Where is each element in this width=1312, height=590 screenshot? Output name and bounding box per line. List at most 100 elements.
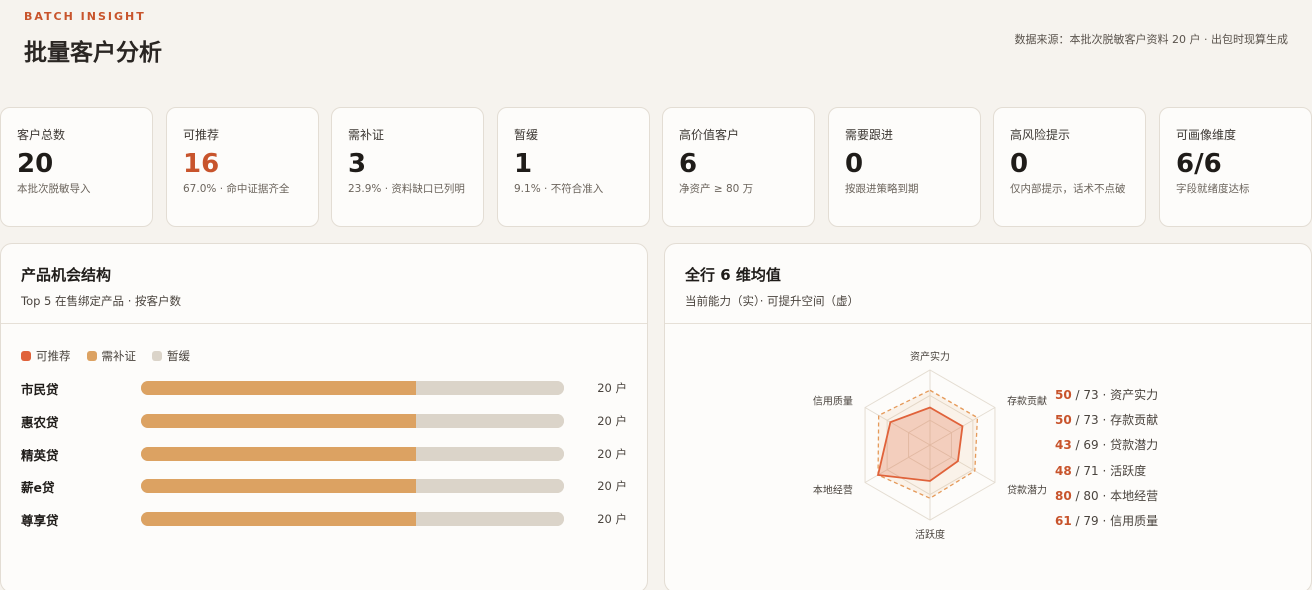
bar-segment-pause xyxy=(415,447,564,461)
stat-label: 需补证 xyxy=(348,128,385,142)
product-row[interactable]: 惠农贷 20 户 xyxy=(21,410,627,430)
stat-value: 1 xyxy=(514,149,533,179)
stat-note: 按跟进策略到期 xyxy=(845,183,919,195)
product-panel: 产品机会结构 Top 5 在售绑定产品 · 按客户数 可推荐 需补证 暂缓 市民… xyxy=(0,243,648,590)
bar-segment-pause xyxy=(415,479,564,493)
radar-value-item: 50 / 73 · 资产实力 xyxy=(1055,386,1158,411)
stat-value: 6/6 xyxy=(1176,149,1222,179)
radar-value-item: 61 / 79 · 信用质量 xyxy=(1055,512,1158,537)
legend-label: 可推荐 xyxy=(36,349,71,363)
stat-value: 20 xyxy=(17,149,54,179)
radar-current-value: 61 xyxy=(1055,513,1072,528)
stats-row: 客户总数 20 本批次脱敏导入 可推荐 16 67.0% · 命中证据齐全 需补… xyxy=(0,107,1312,227)
bar-segment-supplement xyxy=(141,414,416,428)
radar-dim-label: · 信用质量 xyxy=(1098,513,1159,528)
radar-current-value: 80 xyxy=(1055,488,1072,503)
stat-value: 16 xyxy=(183,149,220,179)
radar-chart: 资产实力 存款贡献 贷款潜力 活跃度 本地经营 信用质量 xyxy=(813,350,1047,541)
stat-note: 67.0% · 命中证据齐全 xyxy=(183,183,290,195)
radar-value-item: 50 / 73 · 存款贡献 xyxy=(1055,411,1158,436)
stat-note: 仅内部提示，话术不点破 xyxy=(1010,183,1126,195)
stat-value: 6 xyxy=(679,149,698,179)
radar-dim-label: · 贷款潜力 xyxy=(1098,438,1159,453)
bar-segment-supplement xyxy=(141,447,416,461)
radar-current-value: 48 xyxy=(1055,463,1072,478)
stat-label: 可画像维度 xyxy=(1176,128,1237,142)
radar-value-item: 43 / 69 · 贷款潜力 xyxy=(1055,436,1158,461)
stat-value: 0 xyxy=(845,149,864,179)
radar-current-value: 50 xyxy=(1055,413,1072,428)
legend-label: 暂缓 xyxy=(167,349,190,363)
legend-swatch xyxy=(21,351,31,361)
stat-card-total[interactable]: 客户总数 20 本批次脱敏导入 xyxy=(0,107,153,227)
page-title: 批量客户分析 xyxy=(24,40,162,66)
stat-label: 高价值客户 xyxy=(679,128,740,142)
stat-note: 9.1% · 不符合准入 xyxy=(514,183,604,195)
product-bar xyxy=(141,512,564,526)
product-bar xyxy=(141,447,564,461)
stat-card-dimensions[interactable]: 可画像维度 6/6 字段就绪度达标 xyxy=(1159,107,1312,227)
stat-value: 3 xyxy=(348,149,367,179)
product-name: 市民贷 xyxy=(21,382,59,397)
product-legend: 可推荐 需补证 暂缓 xyxy=(21,348,190,364)
product-bar xyxy=(141,479,564,493)
stat-label: 客户总数 xyxy=(17,128,66,142)
stat-note: 字段就绪度达标 xyxy=(1176,183,1250,195)
bar-segment-supplement xyxy=(141,512,416,526)
radar-axis-label: 存款贡献 xyxy=(1007,395,1047,408)
stat-note: 净资产 ≥ 80 万 xyxy=(679,183,754,195)
radar-panel-header: 全行 6 维均值 当前能力（实）· 可提升空间（虚） xyxy=(665,244,1311,324)
product-panel-subtitle: Top 5 在售绑定产品 · 按客户数 xyxy=(21,294,181,308)
stat-card-follow-up[interactable]: 需要跟进 0 按跟进策略到期 xyxy=(828,107,981,227)
product-panel-header: 产品机会结构 Top 5 在售绑定产品 · 按客户数 xyxy=(1,244,647,324)
radar-max-value: / 73 xyxy=(1075,413,1099,428)
legend-swatch xyxy=(86,351,97,361)
stat-note: 23.9% · 资料缺口已列明 xyxy=(348,183,465,195)
product-row[interactable]: 市民贷 20 户 xyxy=(21,377,627,397)
product-panel-title: 产品机会结构 xyxy=(21,266,112,284)
page-header: BATCH INSIGHT 批量客户分析 xyxy=(24,10,162,67)
radar-value-list: 50 / 73 · 资产实力 50 / 73 · 存款贡献 43 / 69 · … xyxy=(1055,386,1158,537)
product-count: 20 户 xyxy=(597,447,627,461)
bar-segment-supplement xyxy=(141,381,416,395)
product-bar xyxy=(141,414,564,428)
radar-axis-label: 活跃度 xyxy=(915,528,945,541)
eyebrow-label: BATCH INSIGHT xyxy=(24,10,146,23)
product-name: 尊享贷 xyxy=(21,513,59,528)
bar-segment-pause xyxy=(415,381,564,395)
stat-card-high-value[interactable]: 高价值客户 6 净资产 ≥ 80 万 xyxy=(662,107,815,227)
product-count: 20 户 xyxy=(597,479,627,493)
radar-current-value: 43 xyxy=(1055,438,1072,453)
legend-item-recommend: 可推荐 xyxy=(21,348,71,364)
radar-max-value: / 79 xyxy=(1075,513,1099,528)
stat-label: 可推荐 xyxy=(183,128,220,142)
radar-max-value: / 69 xyxy=(1075,438,1099,453)
stat-card-risk[interactable]: 高风险提示 0 仅内部提示，话术不点破 xyxy=(993,107,1146,227)
radar-value-item: 48 / 71 · 活跃度 xyxy=(1055,462,1158,487)
product-name: 薪e贷 xyxy=(21,480,55,495)
product-row[interactable]: 尊享贷 20 户 xyxy=(21,508,627,528)
radar-panel-title: 全行 6 维均值 xyxy=(685,266,781,284)
legend-item-supplement: 需补证 xyxy=(86,348,136,364)
product-row[interactable]: 精英贷 20 户 xyxy=(21,443,627,463)
radar-panel-subtitle: 当前能力（实）· 可提升空间（虚） xyxy=(685,294,860,308)
bar-segment-pause xyxy=(415,414,564,428)
product-name: 精英贷 xyxy=(21,448,59,463)
stat-label: 高风险提示 xyxy=(1010,128,1071,142)
product-count: 20 户 xyxy=(597,414,627,428)
stat-note: 本批次脱敏导入 xyxy=(17,183,91,195)
product-bar xyxy=(141,381,564,395)
stat-card-supplement[interactable]: 需补证 3 23.9% · 资料缺口已列明 xyxy=(331,107,484,227)
bar-segment-supplement xyxy=(141,479,416,493)
radar-value-item: 80 / 80 · 本地经营 xyxy=(1055,487,1158,512)
stat-card-pause[interactable]: 暂缓 1 9.1% · 不符合准入 xyxy=(497,107,650,227)
stat-card-recommend[interactable]: 可推荐 16 67.0% · 命中证据齐全 xyxy=(166,107,319,227)
radar-axis-label: 本地经营 xyxy=(813,484,853,497)
data-source-note: 数据来源：本批次脱敏客户资料 20 户 · 出包时现算生成 xyxy=(1014,33,1288,46)
radar-panel: 全行 6 维均值 当前能力（实）· 可提升空间（虚） 资产实力 存款贡献 贷款潜… xyxy=(664,243,1312,590)
radar-max-value: / 73 xyxy=(1075,388,1099,402)
radar-axis-label: 资产实力 xyxy=(910,350,950,363)
radar-max-value: / 71 xyxy=(1075,463,1099,478)
product-count: 20 户 xyxy=(597,512,627,526)
product-row[interactable]: 薪e贷 20 户 xyxy=(21,475,627,495)
